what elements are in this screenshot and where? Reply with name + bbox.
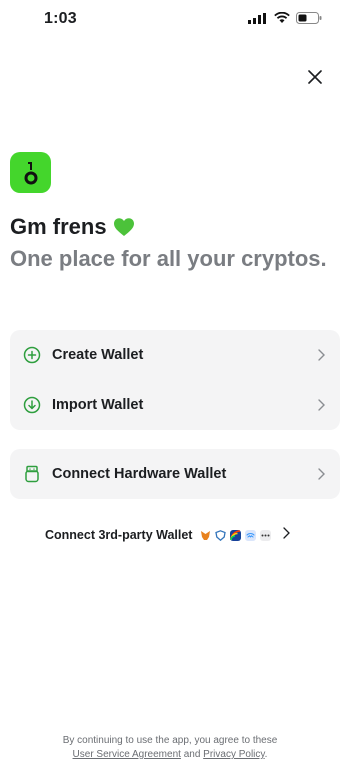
connect-hardware-label: Connect Hardware Wallet	[52, 466, 227, 482]
import-wallet-button[interactable]: Import Wallet	[10, 380, 340, 430]
greeting-text: Gm frens	[10, 214, 107, 239]
rainbow-icon	[230, 529, 242, 541]
create-wallet-button[interactable]: Create Wallet	[10, 330, 340, 380]
shield-wallet-icon	[215, 529, 227, 541]
connect-third-party-label: Connect 3rd-party Wallet	[45, 528, 193, 542]
import-wallet-label: Import Wallet	[52, 397, 144, 413]
status-bar: 1:03	[0, 0, 340, 40]
terms-notice: By continuing to use the app, you agree …	[62, 735, 278, 746]
hardware-wallet-card: Connect Hardware Wallet	[10, 449, 340, 499]
connect-third-party-wallet-button[interactable]: Connect 3rd-party Wallet	[45, 522, 291, 548]
user-service-agreement-link[interactable]: User Service Agreement	[73, 749, 181, 760]
metamask-icon	[200, 530, 211, 541]
close-icon	[308, 70, 322, 84]
chevron-right-icon	[316, 398, 326, 412]
connect-hardware-wallet-button[interactable]: Connect Hardware Wallet	[10, 449, 340, 499]
chevron-right-icon	[283, 526, 291, 544]
plus-circle-icon	[22, 345, 42, 365]
status-icons	[248, 12, 322, 24]
tagline: One place for all your cryptos.	[10, 246, 327, 271]
greeting: Gm frens	[10, 214, 135, 240]
chevron-right-icon	[316, 348, 326, 362]
onekey-logo-icon	[24, 161, 37, 184]
chevron-right-icon	[316, 467, 326, 481]
arrow-down-circle-icon	[22, 395, 42, 415]
and-text: and	[180, 749, 204, 760]
signal-icon	[248, 12, 266, 24]
wifi-icon	[274, 12, 290, 23]
battery-icon	[296, 12, 322, 24]
green-heart-icon	[113, 218, 134, 236]
wallet-actions-card: Create Wallet Import Wallet	[10, 330, 340, 430]
terms-footer: By continuing to use the app, you agree …	[0, 734, 340, 762]
more-icon	[260, 529, 272, 541]
walletconnect-icon	[245, 529, 257, 541]
privacy-policy-link[interactable]: Privacy Policy	[203, 749, 265, 760]
hardware-device-icon	[22, 464, 42, 484]
status-time: 1:03	[44, 10, 77, 27]
period-text: .	[264, 749, 268, 760]
close-button[interactable]	[304, 66, 326, 88]
app-logo	[10, 152, 51, 193]
third-party-wallet-icons	[200, 529, 272, 541]
terms-links-line: User Service Agreement and Privacy Polic…	[0, 748, 340, 762]
create-wallet-label: Create Wallet	[52, 347, 144, 363]
